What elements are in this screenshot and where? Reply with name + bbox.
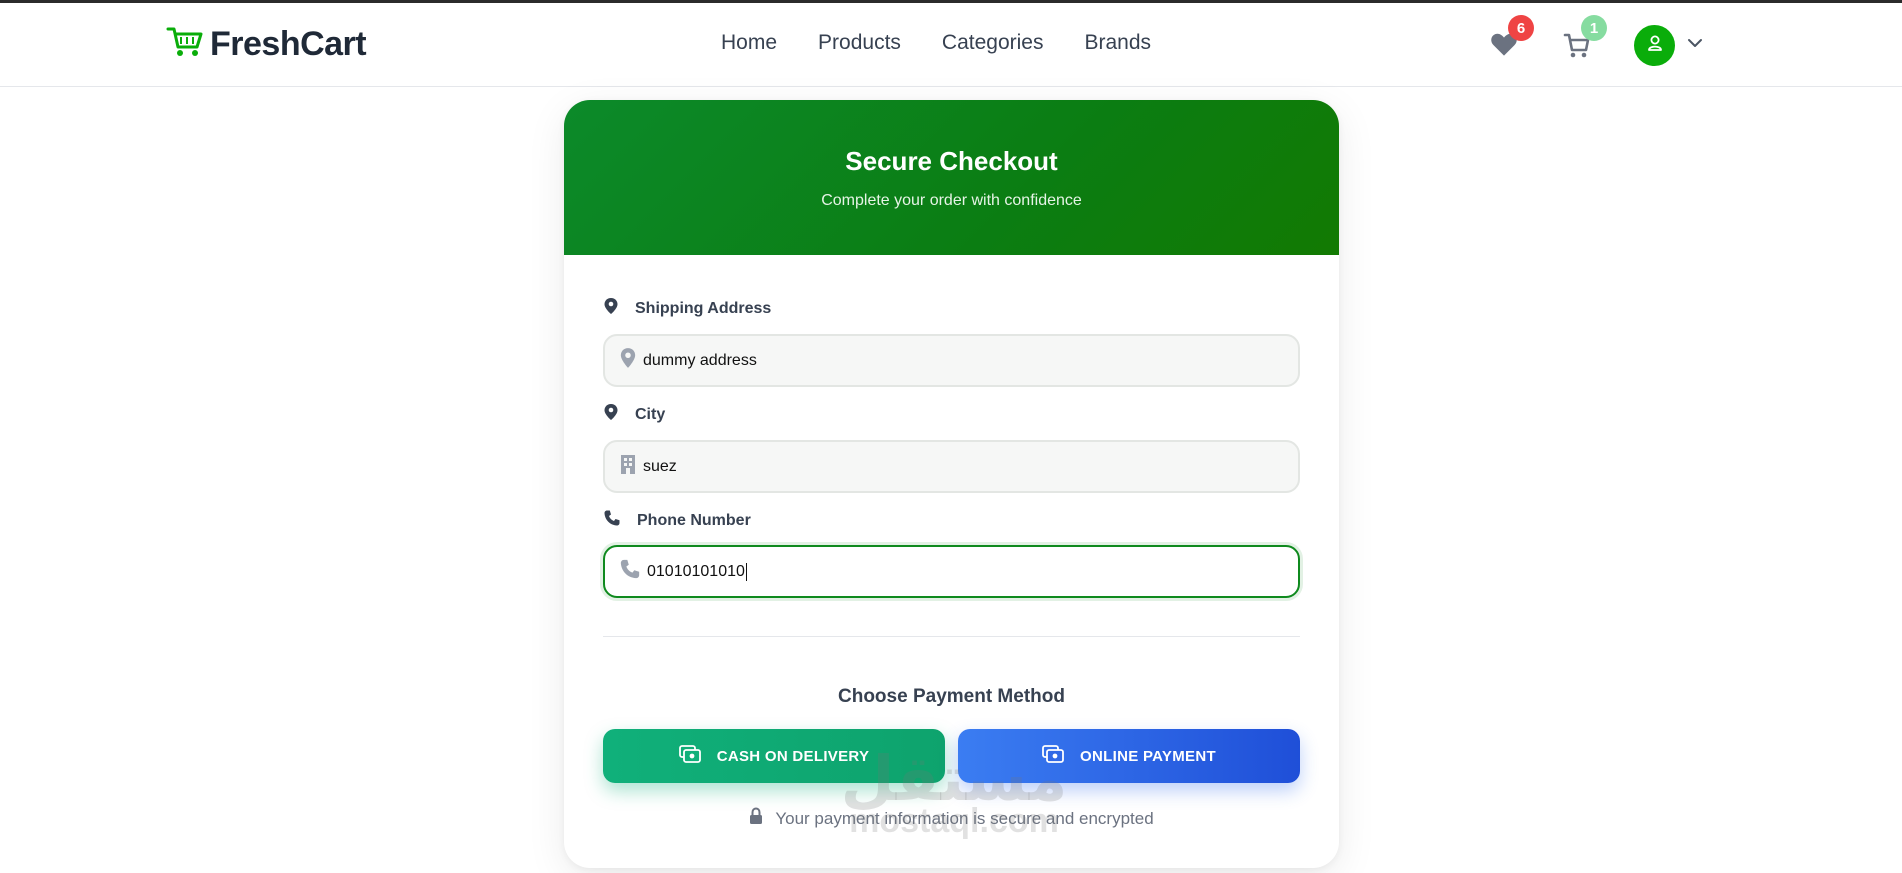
heart-icon [1490, 33, 1518, 61]
user-avatar[interactable] [1634, 25, 1675, 66]
city-field[interactable] [603, 440, 1300, 493]
wishlist-button[interactable]: 6 [1490, 15, 1534, 62]
navbar: FreshCart Home Products Categories Brand… [0, 3, 1902, 87]
cash-on-delivery-label: CASH ON DELIVERY [716, 747, 870, 765]
address-field[interactable] [603, 334, 1300, 387]
checkout-card: Secure Checkout Complete your order with… [564, 100, 1339, 868]
nav-products[interactable]: Products [818, 31, 901, 55]
phone-label: Phone Number [603, 509, 751, 532]
map-pin-icon [603, 297, 619, 320]
phone-field[interactable]: 01010101010 [603, 545, 1300, 598]
lock-icon [749, 807, 763, 830]
address-input[interactable] [643, 351, 1263, 370]
wishlist-count-badge: 6 [1508, 15, 1534, 41]
nav-home[interactable]: Home [721, 31, 777, 55]
city-label-text: City [635, 405, 666, 423]
secure-payment-note: Your payment information is secure and e… [564, 807, 1339, 830]
section-divider [603, 636, 1300, 637]
brand-logo[interactable]: FreshCart [166, 25, 367, 64]
phone-label-text: Phone Number [637, 511, 751, 529]
address-label-text: Shipping Address [635, 299, 772, 317]
nav-categories[interactable]: Categories [942, 31, 1044, 55]
chevron-down-icon[interactable] [1687, 36, 1703, 54]
money-icon [678, 745, 701, 767]
online-payment-button[interactable]: ONLINE PAYMENT [958, 729, 1300, 783]
cart-icon [1563, 33, 1591, 63]
city-icon [619, 453, 637, 480]
payment-method-title: Choose Payment Method [838, 686, 1065, 707]
phone-icon [603, 509, 621, 532]
phone-input-value: 01010101010 [647, 562, 745, 580]
phone-icon [619, 558, 641, 585]
checkout-title: Secure Checkout [845, 146, 1058, 176]
cash-on-delivery-button[interactable]: CASH ON DELIVERY [603, 729, 945, 783]
cart-button[interactable]: 1 [1563, 15, 1607, 64]
map-pin-icon [619, 347, 637, 374]
checkout-subtitle: Complete your order with confidence [821, 192, 1082, 209]
nav-brands[interactable]: Brands [1084, 31, 1151, 55]
phone-input[interactable]: 01010101010 [647, 562, 748, 581]
cart-count-badge: 1 [1581, 15, 1607, 41]
user-icon [1646, 34, 1664, 57]
secure-note-text: Your payment information is secure and e… [775, 808, 1154, 828]
main-nav: Home Products Categories Brands [721, 31, 1151, 55]
city-label: City [603, 403, 665, 426]
text-caret [745, 562, 748, 581]
online-payment-label: ONLINE PAYMENT [1080, 747, 1216, 765]
cart-logo-icon [166, 25, 204, 64]
money-icon [1042, 745, 1064, 767]
city-input[interactable] [643, 457, 1263, 476]
checkout-header: Secure Checkout Complete your order with… [564, 100, 1339, 255]
brand-name: FreshCart [210, 25, 367, 63]
address-label: Shipping Address [603, 297, 771, 320]
map-pin-icon [603, 403, 619, 426]
